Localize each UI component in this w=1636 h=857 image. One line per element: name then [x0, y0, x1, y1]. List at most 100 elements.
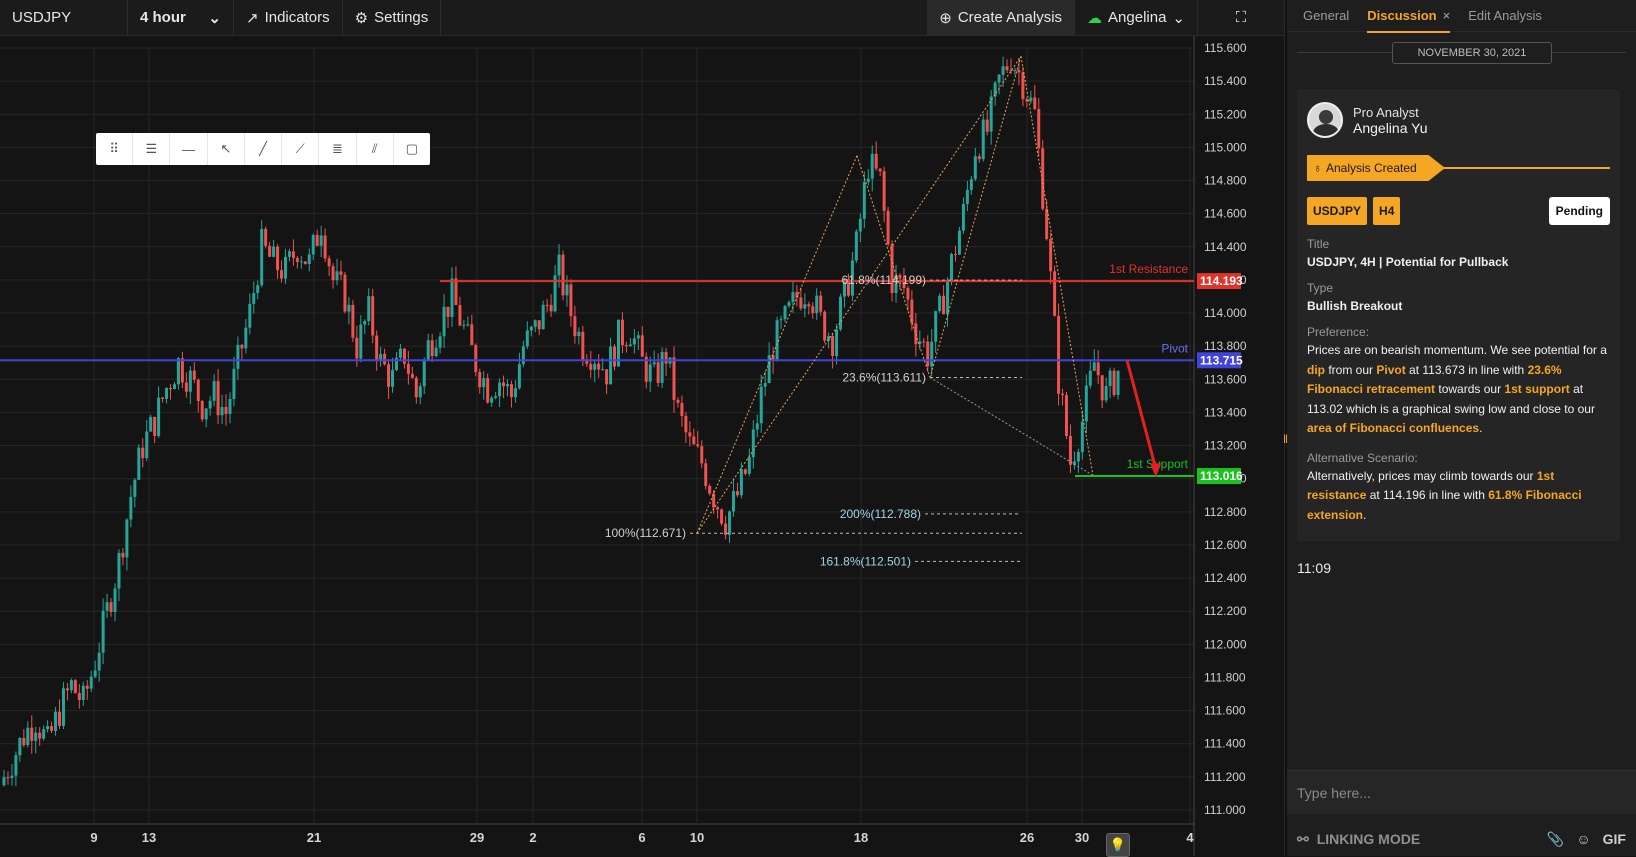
candle-body: [934, 311, 938, 342]
candle-body: [823, 311, 827, 341]
close-icon[interactable]: ×: [1443, 8, 1451, 23]
pref-highlight-confluence: area of Fibonacci confluences: [1307, 421, 1480, 435]
price-chart[interactable]: 115.600 115.400 115.200 115.000 114.800 114.6…: [0, 36, 1284, 857]
candle-body: [418, 386, 422, 398]
candle-body: [882, 171, 886, 211]
level-price-label: 113.016: [1200, 469, 1243, 483]
symbol-label: USDJPY: [12, 9, 72, 26]
candle-body: [244, 327, 248, 349]
tab-general[interactable]: General: [1303, 8, 1349, 23]
horizontal-line-icon[interactable]: —: [170, 133, 208, 165]
candle-body: [454, 278, 458, 305]
ray-line-icon[interactable]: ⟋: [282, 133, 320, 165]
candle-body: [125, 519, 129, 558]
candle-body: [957, 230, 961, 255]
candle-body: [375, 335, 379, 360]
interval-selector[interactable]: 4 hour ⌄: [128, 0, 234, 35]
tab-edit-analysis[interactable]: Edit Analysis: [1468, 8, 1542, 23]
candle-body: [65, 688, 69, 691]
settings-button[interactable]: ⚙ Settings: [343, 0, 442, 35]
lightbulb-icon[interactable]: 💡: [1106, 833, 1130, 857]
avatar[interactable]: [1307, 102, 1343, 138]
linking-mode-toggle[interactable]: ⚯ LINKING MODE: [1297, 831, 1420, 848]
price-tick-label: 112.400: [1204, 571, 1247, 585]
candle-body: [14, 755, 18, 776]
candle-body: [224, 406, 228, 414]
candle-body: [22, 738, 26, 746]
user-menu[interactable]: ☁ Angelina ⌄: [1075, 0, 1198, 35]
price-tick-label: 115.200: [1204, 107, 1247, 121]
indicators-button[interactable]: ↗ Indicators: [234, 0, 343, 35]
candle-body: [577, 331, 581, 337]
drag-handle-icon[interactable]: ⠿: [96, 133, 134, 165]
candle-body: [755, 423, 759, 430]
candle-body: [922, 341, 926, 343]
parallel-channel-icon[interactable]: ≣: [319, 133, 357, 165]
candle-body: [299, 261, 303, 263]
preference-text: Prices are on bearish momentum. We see p…: [1307, 341, 1610, 439]
candle-body: [77, 693, 81, 701]
candle-body: [426, 340, 430, 361]
candle-body: [200, 400, 204, 420]
candle-body: [153, 416, 157, 436]
price-tick-label: 114.800: [1204, 174, 1247, 188]
candle-body: [636, 335, 640, 339]
candle-body: [1080, 421, 1084, 453]
message-input[interactable]: [1287, 771, 1636, 814]
symbol-selector[interactable]: USDJPY: [0, 0, 128, 35]
pattern-line: [929, 377, 1094, 476]
author-row: Pro Analyst Angelina Yu: [1307, 99, 1610, 141]
fib-retracement-icon[interactable]: ⫽: [357, 133, 394, 165]
menu-lines-icon[interactable]: ☰: [133, 133, 171, 165]
pref-text-2: from our: [1325, 362, 1377, 377]
candle-body: [613, 346, 617, 367]
alt-text-3: .: [1363, 507, 1367, 522]
candle-body: [660, 351, 664, 383]
create-analysis-button[interactable]: ⊕ Create Analysis: [927, 0, 1076, 35]
candle-body: [462, 324, 466, 326]
pref-text-6: .: [1479, 421, 1483, 435]
tab-discussion[interactable]: Discussion ×: [1367, 0, 1451, 33]
candle-body: [446, 306, 450, 317]
author-name[interactable]: Angelina Yu: [1353, 120, 1427, 136]
price-tick-label: 114.000: [1204, 306, 1247, 320]
price-tick-label: 111.400: [1204, 737, 1246, 751]
trend-line-icon[interactable]: ╱: [245, 133, 283, 165]
candle-body: [176, 358, 180, 385]
candle-body: [942, 295, 946, 315]
price-tick-label: 111.000: [1204, 803, 1246, 817]
candle-body: [402, 348, 406, 364]
candle-body: [474, 345, 478, 373]
candle-body: [862, 181, 866, 219]
fullscreen-button[interactable]: ⛶: [1198, 0, 1284, 35]
candle-body: [363, 320, 367, 325]
date-divider: NOVEMBER 30, 2021: [1287, 34, 1636, 70]
candle-body: [648, 364, 652, 382]
candle-body: [169, 388, 173, 390]
candle-body: [482, 378, 486, 388]
level-name: Pivot: [1161, 341, 1188, 355]
candle-body: [38, 732, 42, 739]
candle-body: [700, 446, 704, 464]
candle-body: [803, 304, 807, 309]
candle-body: [323, 235, 327, 259]
candle-body: [1005, 66, 1009, 71]
candle-body: [1116, 370, 1120, 395]
emoji-icon[interactable]: ☺: [1576, 831, 1590, 847]
candle-body: [835, 329, 839, 356]
candle-body: [565, 284, 569, 296]
candle-body: [517, 364, 521, 389]
lightbulb-icon: ♁: [1313, 161, 1322, 175]
candle-body: [180, 358, 184, 383]
candle-body: [58, 711, 62, 726]
rectangle-icon[interactable]: ▢: [394, 133, 430, 165]
pref-text-4: towards our: [1435, 382, 1505, 396]
price-tick-label: 113.800: [1204, 339, 1247, 353]
paperclip-icon[interactable]: 📎: [1547, 831, 1564, 848]
gif-button[interactable]: GIF: [1603, 831, 1626, 847]
pref-highlight-dip: dip: [1307, 362, 1325, 377]
candle-body: [1017, 70, 1021, 73]
level-price-label: 114.193: [1200, 274, 1243, 288]
linking-mode-label: LINKING MODE: [1316, 831, 1421, 847]
cursor-arrow-icon[interactable]: ↖: [208, 133, 245, 165]
